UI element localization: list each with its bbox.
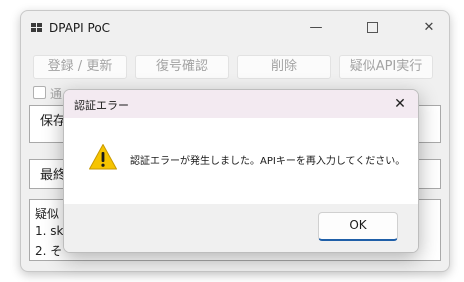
dialog-message: 認証エラーが発生しました。APIキーを再入力してください。 [130, 156, 406, 167]
log-line: 疑似 [35, 207, 60, 221]
checkbox-label: 通 [50, 87, 63, 101]
minimize-button[interactable]: — [301, 17, 331, 39]
window-title: DPAPI PoC [49, 21, 111, 35]
log-line: 1. sk [35, 224, 64, 238]
maximize-button[interactable] [357, 17, 387, 39]
title-bar: DPAPI PoC — ✕ [21, 11, 449, 43]
log-line: 2. そ [35, 244, 63, 258]
delete-button[interactable]: 削除 [237, 55, 331, 79]
dialog-title: 認証エラー [74, 99, 129, 112]
dialog-footer: OK [64, 204, 418, 252]
checkbox[interactable] [33, 86, 46, 99]
dialog-close-button[interactable]: ✕ [388, 93, 412, 115]
auth-error-dialog: 認証エラー ✕ 認証エラーが発生しました。APIキーを再入力してください。 OK [63, 89, 419, 253]
warning-icon [89, 144, 117, 170]
decrypt-check-button[interactable]: 復号確認 [135, 55, 229, 79]
app-icon [31, 23, 42, 33]
register-update-button[interactable]: 登録 / 更新 [33, 55, 127, 79]
maximize-icon [366, 22, 378, 33]
api-run-button[interactable]: 疑似API実行 [339, 55, 433, 79]
close-button[interactable]: ✕ [414, 17, 444, 39]
ok-button[interactable]: OK [318, 212, 398, 241]
dialog-title-bar: 認証エラー ✕ [64, 90, 418, 118]
